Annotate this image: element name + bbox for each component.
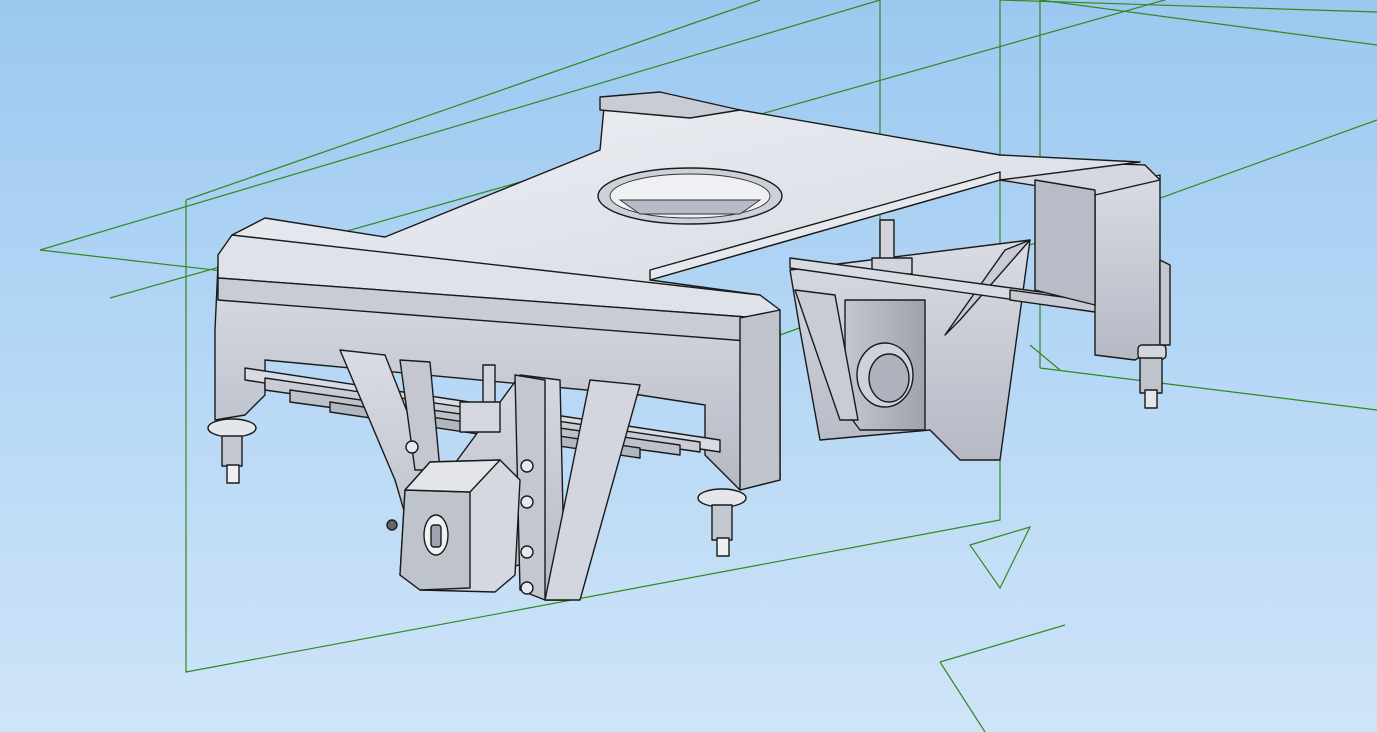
hanger-bolt-middle — [697, 488, 747, 557]
right-plane-edge-3 — [1039, 367, 1377, 411]
plane-triad-icon — [939, 526, 1066, 732]
model-scene[interactable] — [0, 0, 1377, 732]
cross-edge — [1029, 344, 1061, 371]
hanger-bolt-left — [207, 418, 257, 484]
graphics-viewport[interactable] — [0, 0, 1377, 732]
right-end-pillar[interactable] — [999, 159, 1171, 409]
right-plane-edge-5 — [999, 0, 1377, 13]
